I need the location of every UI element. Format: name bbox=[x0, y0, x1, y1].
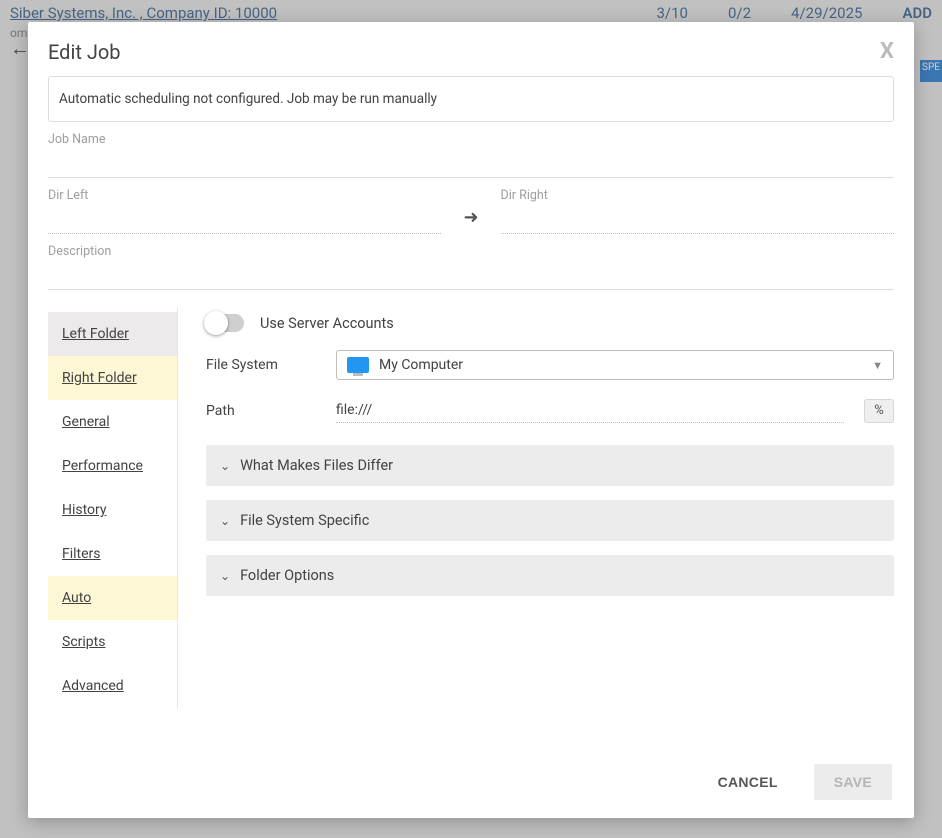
path-value[interactable]: file:/// bbox=[336, 398, 844, 423]
sidebar-item-left-folder[interactable]: Left Folder bbox=[48, 312, 177, 356]
file-system-label: File System bbox=[206, 357, 316, 373]
modal-header: Edit Job X bbox=[28, 22, 914, 72]
sidebar-item-scripts[interactable]: Scripts bbox=[48, 620, 177, 664]
close-icon[interactable]: X bbox=[880, 41, 894, 63]
toggle-knob-icon bbox=[204, 311, 228, 335]
sidebar-item-history[interactable]: History bbox=[48, 488, 177, 532]
sidebar-item-performance[interactable]: Performance bbox=[48, 444, 177, 488]
info-banner: Automatic scheduling not configured. Job… bbox=[48, 76, 894, 122]
chevron-down-icon: ⌄ bbox=[220, 514, 230, 528]
server-accounts-row: Use Server Accounts bbox=[206, 314, 894, 332]
path-row: Path file:/// % bbox=[206, 398, 894, 423]
accordion-title: File System Specific bbox=[240, 512, 369, 529]
dir-right-field: Dir Right bbox=[501, 188, 894, 234]
accordion-what-makes-files-differ[interactable]: ⌄ What Makes Files Differ bbox=[206, 445, 894, 486]
path-label: Path bbox=[206, 403, 316, 419]
server-accounts-toggle[interactable] bbox=[206, 314, 244, 332]
description-label: Description bbox=[48, 244, 894, 259]
sidebar-item-advanced[interactable]: Advanced bbox=[48, 664, 177, 708]
computer-icon bbox=[347, 357, 369, 373]
file-system-value: My Computer bbox=[379, 357, 463, 373]
dir-left-label: Dir Left bbox=[48, 188, 441, 203]
dir-left-field: Dir Left bbox=[48, 188, 441, 234]
dir-right-input[interactable] bbox=[501, 205, 894, 234]
chevron-down-icon: ▼ bbox=[872, 359, 883, 372]
job-name-input[interactable] bbox=[48, 149, 894, 178]
job-name-field: Job Name bbox=[48, 132, 894, 178]
server-accounts-label: Use Server Accounts bbox=[260, 315, 394, 332]
file-system-select[interactable]: My Computer ▼ bbox=[336, 350, 894, 380]
modal-body: Automatic scheduling not configured. Job… bbox=[28, 72, 914, 750]
sidebar-item-right-folder[interactable]: Right Folder bbox=[48, 356, 177, 400]
job-name-label: Job Name bbox=[48, 132, 894, 147]
content-panel: Use Server Accounts File System My Compu… bbox=[206, 308, 894, 708]
accordion-folder-options[interactable]: ⌄ Folder Options bbox=[206, 555, 894, 596]
chevron-down-icon: ⌄ bbox=[220, 459, 230, 473]
file-system-row: File System My Computer ▼ bbox=[206, 350, 894, 380]
sidebar: Left FolderRight FolderGeneralPerformanc… bbox=[48, 308, 178, 708]
save-button[interactable]: SAVE bbox=[814, 764, 892, 800]
accordion-file-system-specific[interactable]: ⌄ File System Specific bbox=[206, 500, 894, 541]
sidebar-item-general[interactable]: General bbox=[48, 400, 177, 444]
dir-right-label: Dir Right bbox=[501, 188, 894, 203]
dir-left-input[interactable] bbox=[48, 205, 441, 234]
modal-title: Edit Job bbox=[48, 40, 880, 64]
description-field: Description bbox=[48, 244, 894, 290]
chevron-down-icon: ⌄ bbox=[220, 569, 230, 583]
cancel-button[interactable]: CANCEL bbox=[698, 764, 798, 800]
accordion-list: ⌄ What Makes Files Differ ⌄ File System Spe… bbox=[206, 445, 894, 596]
accordion-title: What Makes Files Differ bbox=[240, 457, 393, 474]
accordion-title: Folder Options bbox=[240, 567, 334, 584]
arrow-right-icon: ➜ bbox=[453, 207, 488, 234]
percent-button[interactable]: % bbox=[864, 399, 894, 423]
split-layout: Left FolderRight FolderGeneralPerformanc… bbox=[48, 308, 894, 708]
sidebar-item-filters[interactable]: Filters bbox=[48, 532, 177, 576]
sidebar-item-auto[interactable]: Auto bbox=[48, 576, 177, 620]
dir-row: Dir Left ➜ Dir Right bbox=[48, 188, 894, 234]
modal-footer: CANCEL SAVE bbox=[28, 750, 914, 818]
description-input[interactable] bbox=[48, 261, 894, 290]
edit-job-modal: Edit Job X Automatic scheduling not conf… bbox=[28, 22, 914, 818]
